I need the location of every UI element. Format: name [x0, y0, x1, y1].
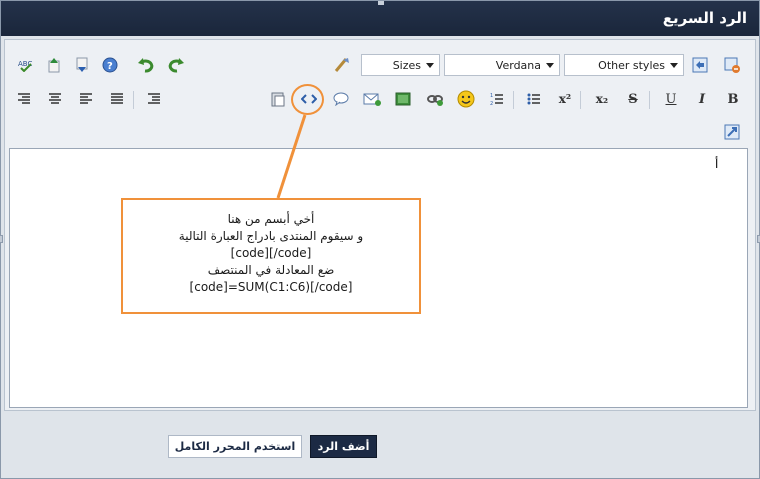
- italic-button[interactable]: I: [690, 88, 714, 110]
- align-right-icon[interactable]: [12, 88, 36, 110]
- chevron-down-icon: [546, 63, 554, 68]
- submit-reply-button[interactable]: أضف الرد: [310, 435, 377, 458]
- font-family-select[interactable]: Verdana: [444, 54, 560, 76]
- justify-icon[interactable]: [105, 88, 129, 110]
- toolbar-separator: [513, 91, 514, 109]
- undo-icon[interactable]: [134, 54, 158, 76]
- annotation-callout: أخي أبسم من هنا و سيقوم المنتدى بادراج ا…: [121, 198, 421, 314]
- styles-select-label: Other styles: [598, 58, 665, 72]
- toolbar-separator: [649, 91, 650, 109]
- title-bar: الرد السريع: [1, 1, 759, 36]
- font-size-select[interactable]: Sizes: [361, 54, 440, 76]
- help-icon[interactable]: ?: [98, 54, 122, 76]
- settings-icon[interactable]: [720, 54, 744, 76]
- email-icon[interactable]: [360, 88, 384, 110]
- resize-handle-left[interactable]: [0, 235, 3, 243]
- indent-icon[interactable]: [142, 88, 166, 110]
- font-size-select-label: Sizes: [392, 58, 421, 72]
- strikethrough-button[interactable]: S: [621, 88, 645, 110]
- toolbar-row-3: [4, 119, 756, 147]
- text-cursor: أ: [715, 157, 719, 171]
- download-icon[interactable]: [70, 54, 94, 76]
- callout-line: و سيقوم المنتدى بادراج العبارة التالية: [178, 229, 364, 243]
- redo-icon[interactable]: [164, 54, 188, 76]
- align-left-icon[interactable]: [74, 88, 98, 110]
- window-title: الرد السريع: [662, 9, 747, 27]
- quick-reply-window: الرد السريع ABC ? Sizes Verdana Other st…: [0, 0, 760, 479]
- font-family-select-label: Verdana: [495, 58, 541, 72]
- upload-icon[interactable]: [42, 54, 66, 76]
- expand-editor-icon[interactable]: [720, 121, 744, 143]
- switch-editor-icon[interactable]: [688, 54, 712, 76]
- smiley-icon[interactable]: [454, 88, 478, 110]
- align-center-icon[interactable]: [43, 88, 67, 110]
- chevron-down-icon: [426, 63, 434, 68]
- link-icon[interactable]: [423, 88, 447, 110]
- underline-button[interactable]: U: [659, 88, 683, 110]
- callout-line: [code]=SUM(C1:C6)[/code]: [189, 280, 353, 294]
- bold-button[interactable]: B: [721, 88, 745, 110]
- remove-format-icon[interactable]: [330, 54, 354, 76]
- bullet-list-icon[interactable]: [522, 88, 546, 110]
- toolbar-row-2: 12 x² x₂ S U I B: [4, 86, 756, 114]
- svg-text:2: 2: [490, 101, 493, 106]
- callout-line: أخي أبسم من هنا: [227, 212, 315, 226]
- chevron-down-icon: [670, 63, 678, 68]
- quote-icon[interactable]: [329, 88, 353, 110]
- toolbar-row-1: ABC ? Sizes Verdana Other styles: [4, 52, 756, 80]
- callout-line: [code][/code]: [230, 246, 312, 260]
- ordered-list-icon[interactable]: 12: [485, 88, 509, 110]
- code-button-highlight: [291, 84, 324, 115]
- toolbar-separator: [580, 91, 581, 109]
- svg-text:?: ?: [107, 61, 113, 72]
- spellcheck-icon[interactable]: ABC: [14, 54, 38, 76]
- subscript-button[interactable]: x₂: [590, 88, 614, 110]
- superscript-button[interactable]: x²: [553, 88, 577, 110]
- paste-icon[interactable]: [266, 88, 290, 110]
- footer-bar: استخدم المحرر الكامل أضف الرد: [1, 414, 759, 478]
- callout-line: ضع المعادلة في المنتصف: [207, 263, 335, 277]
- resize-handle-top[interactable]: [378, 1, 384, 5]
- svg-text:1: 1: [490, 93, 493, 99]
- toolbar-separator: [133, 91, 134, 109]
- full-editor-button[interactable]: استخدم المحرر الكامل: [168, 435, 302, 458]
- image-icon[interactable]: [391, 88, 415, 110]
- styles-select[interactable]: Other styles: [564, 54, 684, 76]
